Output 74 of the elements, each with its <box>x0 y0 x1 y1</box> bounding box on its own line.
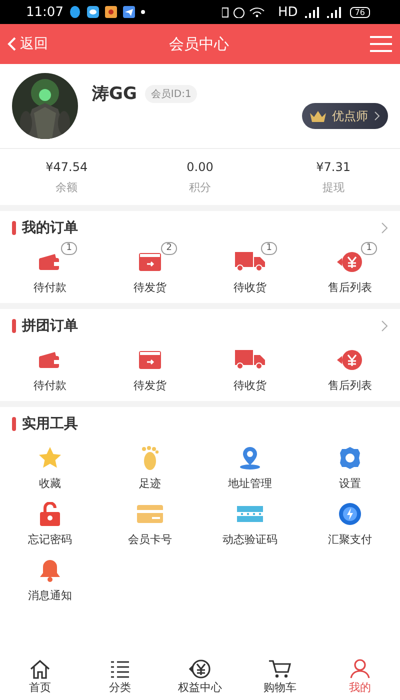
stat-value: 0.00 <box>186 160 214 174</box>
plane-app-icon <box>123 6 136 18</box>
section-title: 拼团订单 <box>22 317 79 335</box>
cell-signal-icon <box>304 6 344 18</box>
tool-label[interactable]: 足迹 <box>139 476 161 491</box>
battery-level: 76 <box>350 6 370 18</box>
stat-label: 余额 <box>56 180 78 194</box>
chevron-icon[interactable] <box>381 320 388 332</box>
status-time: 11:07 <box>26 4 64 20</box>
chevron-icon <box>374 111 380 121</box>
tab-item[interactable]: 购物车 <box>240 654 320 700</box>
order-status-label[interactable]: 待发货 <box>134 280 166 295</box>
tab-item[interactable]: 权益中心 <box>160 654 240 700</box>
order-status-label[interactable]: 待收货 <box>234 378 266 393</box>
footprint-icon <box>141 446 159 470</box>
member-level-button[interactable]: 优点师 <box>302 103 388 129</box>
network-label: HD <box>278 4 298 20</box>
tool-label[interactable]: 会员卡号 <box>128 532 172 547</box>
tool-label[interactable]: 汇聚支付 <box>328 532 372 547</box>
stat-value: ¥47.54 <box>46 160 88 174</box>
truck-icon <box>235 350 265 370</box>
stat-label: 提现 <box>322 180 344 194</box>
code-bar-icon <box>237 506 263 522</box>
back-chevron-icon <box>6 37 18 51</box>
page-title: 会员中心 <box>168 34 230 54</box>
user-name: 涛GG <box>92 83 137 105</box>
section-title: 实用工具 <box>22 415 79 433</box>
yen-circle-icon <box>188 659 212 679</box>
settings-icon <box>338 446 362 470</box>
lightning-coin-icon <box>338 502 362 526</box>
list-icon <box>109 659 131 679</box>
order-status-label[interactable]: 售后列表 <box>328 378 372 393</box>
stat-label: 积分 <box>188 180 211 194</box>
order-status-label[interactable]: 待发货 <box>134 378 166 393</box>
home-icon <box>29 659 51 679</box>
order-status-label[interactable]: 待付款 <box>34 378 66 393</box>
stat-value: ¥7.31 <box>316 160 350 174</box>
lock-icon <box>39 502 61 526</box>
count-badge: 2 <box>161 242 177 255</box>
chat-app-icon <box>87 6 100 18</box>
tab-item[interactable]: 我的 <box>320 654 400 700</box>
menu-icon <box>370 36 392 52</box>
crown-icon <box>310 110 326 122</box>
tool-label[interactable]: 地址管理 <box>228 476 272 491</box>
bell-icon <box>39 558 61 582</box>
tool-label[interactable]: 忘记密码 <box>28 532 72 547</box>
tab-item[interactable]: 首页 <box>0 654 80 700</box>
location-pin-icon <box>239 446 261 470</box>
cart-icon <box>268 659 292 679</box>
section-title: 我的订单 <box>22 219 79 237</box>
wallet-icon <box>39 352 61 368</box>
tool-label[interactable]: 收藏 <box>39 476 61 491</box>
order-status-label[interactable]: 待收货 <box>234 280 266 295</box>
tool-label[interactable]: 动态验证码 <box>222 532 278 547</box>
card-icon <box>137 505 163 523</box>
order-status-label[interactable]: 售后列表 <box>328 280 372 295</box>
member-id-tag: 会员ID:1 <box>144 84 198 102</box>
yen-coin-icon <box>336 251 364 273</box>
chevron-icon[interactable] <box>381 222 388 234</box>
count-badge: 1 <box>361 242 377 255</box>
tool-label[interactable]: 设置 <box>339 476 361 491</box>
order-status-label[interactable]: 待付款 <box>34 280 66 295</box>
count-badge: 1 <box>61 242 77 255</box>
star-icon <box>38 446 62 470</box>
box-icon <box>139 253 161 271</box>
box-icon <box>139 351 161 369</box>
yen-coin-icon <box>336 349 364 371</box>
tab-item[interactable]: 分类 <box>80 654 160 700</box>
wallet-icon <box>39 254 61 270</box>
user-icon <box>349 659 371 679</box>
dot-icon <box>141 10 146 14</box>
tool-label[interactable]: 消息通知 <box>28 588 72 603</box>
count-badge: 1 <box>261 242 277 255</box>
truck-icon <box>235 252 265 272</box>
